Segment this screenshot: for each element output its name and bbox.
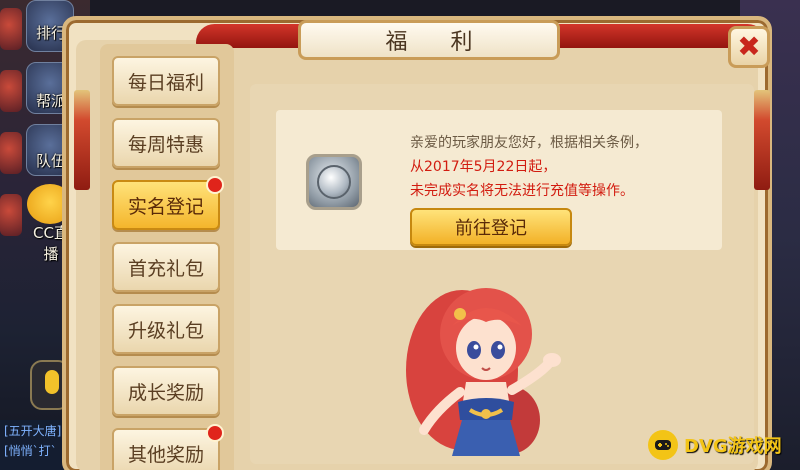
- go-register-button[interactable]: 前往登记: [410, 208, 572, 246]
- tab-label: 其他奖励: [127, 443, 204, 466]
- tab-other-rewards[interactable]: 其他奖励: [112, 424, 224, 470]
- tab-label: 每周特惠: [127, 133, 204, 156]
- tab-label: 升级礼包: [127, 319, 204, 342]
- notification-badge: [206, 176, 224, 194]
- tab-list: 每日福利 每周特惠 实名登记 首充礼包 升级礼包 成长奖励 其他奖励: [100, 44, 234, 470]
- silver-coin-icon: [306, 154, 362, 210]
- notice-greeting: 亲爱的玩家朋友您好，根据相关条例，: [410, 135, 648, 151]
- dialog-title: 福 利: [385, 30, 491, 55]
- tab-level-up-pack[interactable]: 升级礼包: [112, 304, 220, 354]
- close-button[interactable]: ✖: [728, 26, 770, 68]
- registration-notice: 亲爱的玩家朋友您好，根据相关条例， 从2017年5月22日起， 未完成实名将无法…: [276, 110, 722, 250]
- tab-content: 亲爱的玩家朋友您好，根据相关条例， 从2017年5月22日起， 未完成实名将无法…: [250, 84, 754, 464]
- tab-first-recharge-pack[interactable]: 首充礼包: [112, 242, 220, 292]
- tab-growth-rewards[interactable]: 成长奖励: [112, 366, 220, 416]
- tab-label: 首充礼包: [127, 257, 204, 280]
- watermark-text: DVG游戏网: [684, 436, 782, 457]
- tassel-ornament: [74, 90, 90, 190]
- game-menu-icon[interactable]: [0, 70, 22, 112]
- tab-real-name-registration[interactable]: 实名登记: [112, 176, 224, 230]
- notice-date: 从2017年5月22日起，: [410, 159, 557, 175]
- tab-weekly-deals[interactable]: 每周特惠: [112, 118, 220, 168]
- game-menu-icon[interactable]: [0, 8, 22, 50]
- coin-face: [317, 165, 351, 199]
- close-icon: ✖: [737, 30, 761, 63]
- tab-daily-welfare[interactable]: 每日福利: [112, 56, 220, 106]
- game-menu-icon[interactable]: [0, 132, 22, 174]
- go-register-label: 前往登记: [455, 218, 527, 239]
- title-plate: 福 利: [298, 20, 560, 60]
- tab-label: 成长奖励: [127, 381, 204, 404]
- watermark: DVG游戏网: [648, 424, 798, 466]
- tassel-ornament: [754, 90, 770, 190]
- welfare-dialog: 福 利 ✖ 每日福利 每周特惠 实名登记 首充礼包 升级礼包 成长奖励 其他奖励: [62, 16, 772, 470]
- gamepad-logo-icon: [648, 430, 678, 460]
- gamepad-icon: [655, 440, 671, 450]
- tab-label: 实名登记: [127, 195, 204, 218]
- chat-line: [五开大唐]: [4, 424, 62, 438]
- notice-warning: 未完成实名将无法进行充值等操作。: [410, 183, 634, 199]
- tab-label: 每日福利: [127, 71, 204, 94]
- notification-badge: [206, 424, 224, 442]
- character-illustration: [406, 288, 561, 456]
- microphone-icon: [45, 370, 59, 394]
- chat-line: [悄悄`打`: [4, 444, 57, 458]
- game-menu-icon[interactable]: [0, 194, 22, 236]
